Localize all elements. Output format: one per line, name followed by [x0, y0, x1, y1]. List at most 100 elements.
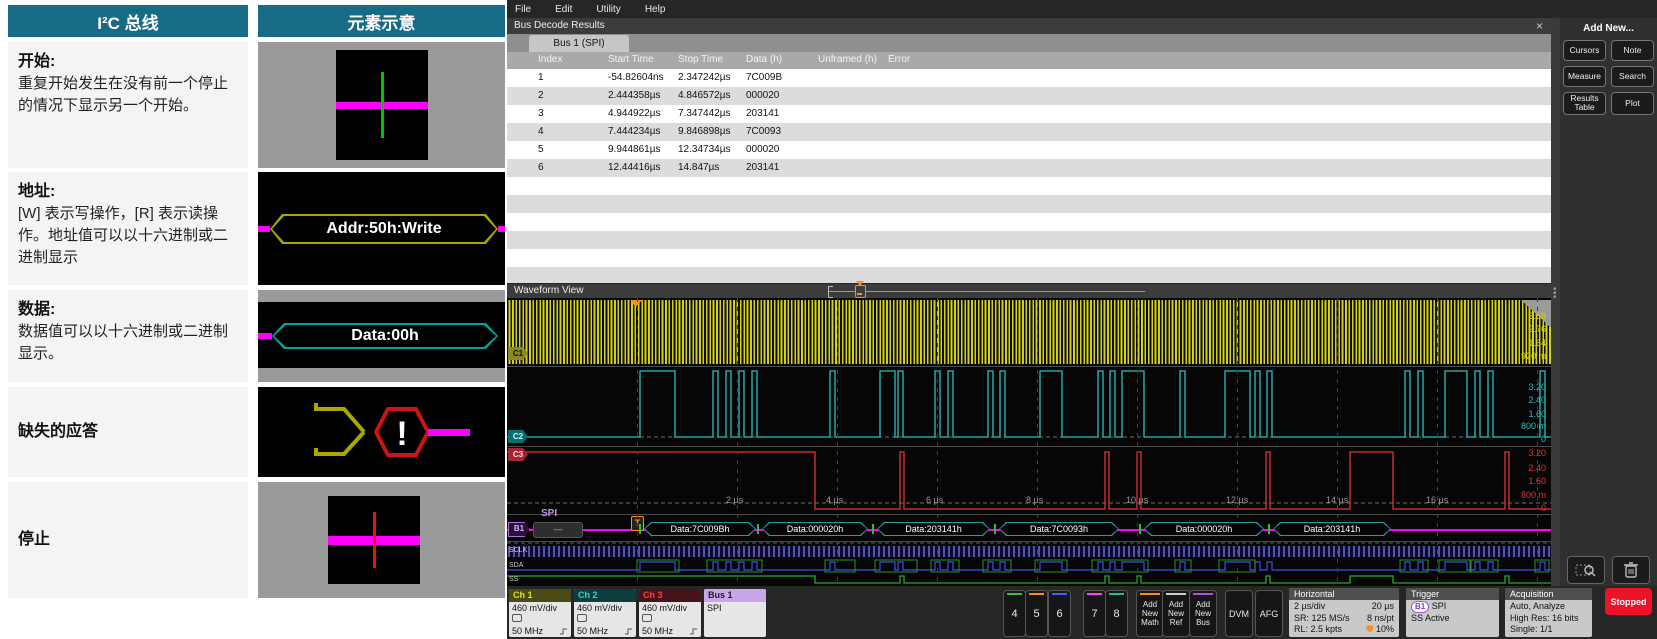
- cell: 5: [538, 144, 544, 155]
- col-error[interactable]: Error: [888, 54, 910, 65]
- trigger-title: Trigger: [1406, 588, 1499, 600]
- channel-card-body: 460 mV/div50 MHz: [639, 602, 701, 637]
- col-stop-time[interactable]: Stop Time: [678, 54, 723, 65]
- missing-ack-icon: !: [258, 387, 505, 477]
- bus-packet-label: Data:000020h: [763, 523, 867, 535]
- cell: 4.846572µs: [678, 90, 730, 101]
- panel-divider[interactable]: •••: [1551, 18, 1560, 586]
- channel-card-ch3[interactable]: Ch 3460 mV/div50 MHz: [639, 589, 701, 637]
- channel-5-button[interactable]: 5: [1025, 590, 1048, 637]
- channel-6-button[interactable]: 6: [1048, 590, 1071, 637]
- acquisition-mode: Auto, Analyze: [1510, 601, 1587, 613]
- add-new-bus-button[interactable]: AddNewBus: [1189, 590, 1217, 637]
- doc-data-title: 数据:: [18, 301, 55, 318]
- add-new-sidebar: Add New... CursorsNoteMeasureSearchResul…: [1560, 18, 1657, 586]
- tab-bus1-spi[interactable]: Bus 1 (SPI): [529, 35, 629, 52]
- channel-8-button[interactable]: 8: [1105, 590, 1128, 637]
- bus-collapse-box[interactable]: —: [533, 522, 583, 538]
- horizontal-panel[interactable]: Horizontal 2 µs/div20 µs SR: 125 MS/s8 n…: [1289, 588, 1399, 637]
- table-row[interactable]: 47.444234µs9.846898µs7C0093: [507, 123, 1551, 141]
- doc-header-element: 元素示意: [258, 5, 505, 37]
- channel-card-title: Ch 2: [574, 589, 636, 602]
- waveform-canvas[interactable]: C1 C2 C3 B1 — SPI T SCLK SDA SS 2 µs4 µs…: [507, 298, 1551, 586]
- channel-card-ch1[interactable]: Ch 1460 mV/div50 MHz: [509, 589, 571, 637]
- menu-file[interactable]: File: [515, 4, 531, 15]
- add-new-ref-button[interactable]: AddNewRef: [1162, 590, 1190, 637]
- channel-card-bus1[interactable]: Bus 1SPI: [704, 589, 766, 637]
- horizontal-record-length: RL: 2.5 kpts: [1294, 624, 1342, 636]
- trash-icon[interactable]: [1612, 556, 1650, 584]
- col-data-h-[interactable]: Data (h): [746, 54, 782, 65]
- acquisition-panel[interactable]: Acquisition Auto, Analyze High Res: 16 b…: [1505, 588, 1592, 637]
- packet-separator-tick: [1268, 524, 1270, 534]
- bus-packet[interactable]: Data:203141h: [877, 522, 990, 536]
- bus-packet[interactable]: Data:203141h: [1273, 522, 1391, 536]
- add-cursors-button[interactable]: Cursors: [1563, 40, 1606, 61]
- time-axis-label: 4 µs: [826, 495, 843, 505]
- sclk-digital-trace: [507, 546, 1551, 557]
- add-search-button[interactable]: Search: [1611, 66, 1654, 87]
- bus-packet-label: Data:7C009Bh: [645, 523, 755, 535]
- channel-4-button[interactable]: 4: [1003, 590, 1026, 637]
- bus-packet-label: Data:7C0093h: [1000, 523, 1118, 535]
- probe-icon: [577, 614, 633, 625]
- menu-utility[interactable]: Utility: [596, 4, 620, 15]
- bus-packet[interactable]: Data:000020h: [1144, 522, 1264, 536]
- table-row[interactable]: 1-54.82604ns2.347242µs7C009B: [507, 69, 1551, 87]
- packet-separator-tick: [1139, 524, 1141, 534]
- waveform-title: Waveform View: [514, 285, 583, 296]
- acquisition-title: Acquisition: [1505, 588, 1592, 600]
- cell: 7.444234µs: [608, 126, 660, 137]
- horizontal-resolution: 8 ns/pt: [1367, 613, 1394, 625]
- channel-bandwidth: 50 MHz: [512, 626, 568, 637]
- table-row[interactable]: 22.444358µs4.846572µs000020: [507, 87, 1551, 105]
- add-measure-button[interactable]: Measure: [1563, 66, 1606, 87]
- horizontal-window: 20 µs: [1372, 601, 1394, 613]
- add-new-math-button[interactable]: AddNewMath: [1136, 590, 1164, 637]
- cell: -54.82604ns: [608, 72, 664, 83]
- cell: 000020: [746, 90, 779, 101]
- table-row[interactable]: 612.44416µs14.847µs203141: [507, 159, 1551, 177]
- menu-edit[interactable]: Edit: [555, 4, 572, 15]
- cell: 14.847µs: [678, 162, 719, 173]
- bus-packet[interactable]: Data:7C009Bh: [644, 522, 756, 536]
- afg-button[interactable]: AFG: [1255, 590, 1283, 637]
- gridline: [737, 298, 738, 586]
- doc-row-stop: 停止: [8, 482, 505, 598]
- add-results-table-button[interactable]: Results Table: [1563, 92, 1606, 115]
- dvm-button[interactable]: DVM: [1225, 590, 1253, 637]
- addr-label: Addr:50h:Write: [272, 216, 496, 242]
- stopped-button[interactable]: Stopped: [1605, 588, 1652, 615]
- channel-7-button[interactable]: 7: [1083, 590, 1106, 637]
- bus-packet[interactable]: Data:000020h: [762, 522, 868, 536]
- bottom-toolbar: Horizontal 2 µs/div20 µs SR: 125 MS/s8 n…: [507, 586, 1657, 639]
- add-note-button[interactable]: Note: [1611, 40, 1654, 61]
- doc-start-body: 重复开始发生在没有前一个停止的情况下显示另一个开始。: [18, 75, 228, 114]
- cell: 000020: [746, 144, 779, 155]
- trigger-panel[interactable]: Trigger B1 SPI SS Active: [1406, 588, 1499, 637]
- menu-help[interactable]: Help: [645, 4, 666, 15]
- addr-right-lead: [498, 226, 505, 232]
- col-start-time[interactable]: Start Time: [608, 54, 654, 65]
- close-icon[interactable]: ×: [1536, 18, 1543, 34]
- acquisition-resolution: High Res: 16 bits: [1510, 613, 1587, 625]
- zoom-box-button[interactable]: [1567, 556, 1605, 584]
- pan-marker-handle[interactable]: [855, 285, 866, 298]
- table-row[interactable]: 59.944861µs12.34734µs000020: [507, 141, 1551, 159]
- col-unframed-h-[interactable]: Unframed (h): [818, 54, 877, 65]
- channel-card-body: 460 mV/div50 MHz: [509, 602, 571, 637]
- pan-slider-track[interactable]: [828, 291, 1145, 292]
- scale-label-ch2: 2.40: [1528, 395, 1546, 405]
- col-index[interactable]: Index: [538, 54, 562, 65]
- doc-missing-ack-title: 缺失的应答: [18, 420, 98, 443]
- bus-packet[interactable]: Data:7C0093h: [999, 522, 1119, 536]
- scale-label-ch1: 1.84: [1528, 338, 1546, 348]
- add-plot-button[interactable]: Plot: [1611, 92, 1654, 115]
- packet-separator-tick: [639, 524, 641, 534]
- channel-card-ch2[interactable]: Ch 2460 mV/div50 MHz: [574, 589, 636, 637]
- scope-app: FileEditUtilityHelp Bus Decode Results ×…: [507, 0, 1657, 639]
- menu-bar: File Edit Utility Help: [507, 0, 1657, 18]
- horizontal-title: Horizontal: [1289, 588, 1399, 600]
- table-row[interactable]: 34.944922µs7.347442µs203141: [507, 105, 1551, 123]
- cell: 2.444358µs: [608, 90, 660, 101]
